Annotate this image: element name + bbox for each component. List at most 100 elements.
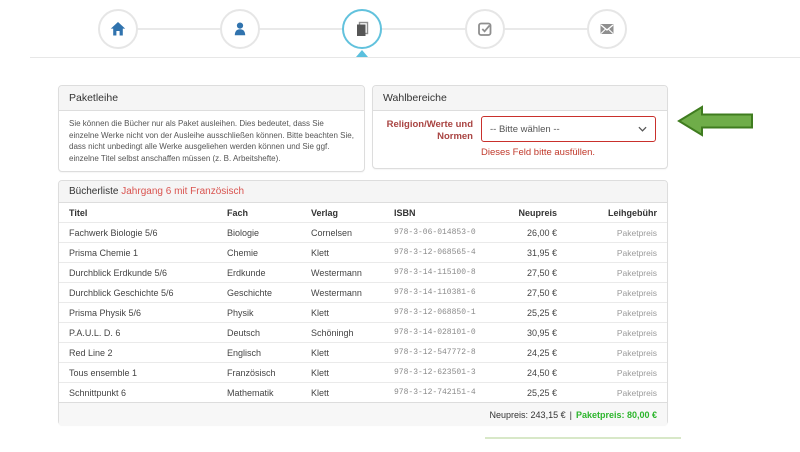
cell-verlag: Schöningh bbox=[311, 328, 394, 338]
cell-neupreis: 31,95 € bbox=[499, 248, 557, 258]
cell-leihgebuehr: Paketpreis bbox=[557, 348, 657, 358]
buecherliste-panel: Bücherliste Jahrgang 6 mit Französisch T… bbox=[58, 180, 668, 425]
wahlbereich-select[interactable]: -- Bitte wählen -- bbox=[481, 116, 656, 142]
cell-neupreis: 25,25 € bbox=[499, 388, 557, 398]
cell-verlag: Westermann bbox=[311, 268, 394, 278]
wahlbereiche-panel: Wahlbereiche Religion/Werte und Normen -… bbox=[372, 85, 668, 169]
cell-leihgebuehr: Paketpreis bbox=[557, 328, 657, 338]
buecherliste-title: Bücherliste bbox=[69, 186, 118, 197]
paketleihe-panel: Paketleihe Sie können die Bücher nur als… bbox=[58, 85, 365, 172]
cell-leihgebuehr: Paketpreis bbox=[557, 228, 657, 238]
cell-fach: Physik bbox=[227, 308, 311, 318]
cell-verlag: Klett bbox=[311, 368, 394, 378]
cell-titel: Schnittpunkt 6 bbox=[69, 388, 227, 398]
wahlbereiche-title: Wahlbereiche bbox=[373, 86, 667, 111]
cell-isbn: 978-3-14-028101-0 bbox=[394, 328, 499, 337]
envelope-icon bbox=[598, 20, 616, 38]
wahlbereich-label: Religion/Werte und Normen bbox=[383, 119, 473, 143]
paketleihe-text: Sie können die Bücher nur als Paket ausl… bbox=[59, 111, 364, 171]
cell-leihgebuehr: Paketpreis bbox=[557, 368, 657, 378]
total-neupreis: Neupreis: 243,15 € bbox=[490, 410, 566, 420]
table-row: Durchblick Geschichte 5/6 Geschichte Wes… bbox=[59, 282, 667, 302]
cell-fach: Mathematik bbox=[227, 388, 311, 398]
cell-verlag: Klett bbox=[311, 348, 394, 358]
cell-leihgebuehr: Paketpreis bbox=[557, 248, 657, 258]
home-icon bbox=[109, 20, 127, 38]
cell-leihgebuehr: Paketpreis bbox=[557, 388, 657, 398]
validation-error: Dieses Feld bitte ausfüllen. bbox=[481, 147, 595, 158]
cell-titel: Tous ensemble 1 bbox=[69, 368, 227, 378]
col-fach: Fach bbox=[227, 208, 311, 218]
cell-titel: Red Line 2 bbox=[69, 348, 227, 358]
col-verlag: Verlag bbox=[311, 208, 394, 218]
col-titel: Titel bbox=[69, 208, 227, 218]
table-row: P.A.U.L. D. 6 Deutsch Schöningh 978-3-14… bbox=[59, 322, 667, 342]
footer-separator: | bbox=[570, 410, 572, 420]
buecherliste-heading: Bücherliste Jahrgang 6 mit Französisch bbox=[59, 181, 667, 203]
cell-titel: Prisma Chemie 1 bbox=[69, 248, 227, 258]
cell-verlag: Klett bbox=[311, 248, 394, 258]
cell-fach: Englisch bbox=[227, 348, 311, 358]
table-row: Schnittpunkt 6 Mathematik Klett 978-3-12… bbox=[59, 382, 667, 402]
cell-neupreis: 24,50 € bbox=[499, 368, 557, 378]
table-row: Prisma Chemie 1 Chemie Klett 978-3-12-06… bbox=[59, 242, 667, 262]
user-icon bbox=[231, 20, 249, 38]
attention-arrow-icon bbox=[676, 102, 756, 140]
cell-titel: P.A.U.L. D. 6 bbox=[69, 328, 227, 338]
cell-neupreis: 30,95 € bbox=[499, 328, 557, 338]
table-header-row: Titel Fach Verlag ISBN Neupreis Leihgebü… bbox=[59, 203, 667, 222]
table-row: Durchblick Erdkunde 5/6 Erdkunde Westerm… bbox=[59, 262, 667, 282]
cell-isbn: 978-3-12-068565-4 bbox=[394, 248, 499, 257]
cell-neupreis: 26,00 € bbox=[499, 228, 557, 238]
cell-fach: Geschichte bbox=[227, 288, 311, 298]
cell-fach: Chemie bbox=[227, 248, 311, 258]
step-user[interactable] bbox=[220, 9, 260, 49]
paketleihe-title: Paketleihe bbox=[59, 86, 364, 111]
col-neupreis: Neupreis bbox=[499, 208, 557, 218]
col-isbn: ISBN bbox=[394, 208, 499, 218]
cell-isbn: 978-3-14-115100-8 bbox=[394, 268, 499, 277]
cell-verlag: Klett bbox=[311, 388, 394, 398]
cell-leihgebuehr: Paketpreis bbox=[557, 268, 657, 278]
cell-neupreis: 27,50 € bbox=[499, 268, 557, 278]
cell-titel: Durchblick Erdkunde 5/6 bbox=[69, 268, 227, 278]
success-panel-edge bbox=[485, 437, 681, 439]
cell-fach: Biologie bbox=[227, 228, 311, 238]
table-row: Tous ensemble 1 Französisch Klett 978-3-… bbox=[59, 362, 667, 382]
cell-isbn: 978-3-12-547772-8 bbox=[394, 348, 499, 357]
cell-leihgebuehr: Paketpreis bbox=[557, 308, 657, 318]
book-table: Titel Fach Verlag ISBN Neupreis Leihgebü… bbox=[59, 203, 667, 402]
book-icon bbox=[353, 20, 371, 38]
cell-neupreis: 27,50 € bbox=[499, 288, 557, 298]
active-step-pointer bbox=[356, 50, 368, 57]
cell-neupreis: 24,25 € bbox=[499, 348, 557, 358]
table-footer: Neupreis: 243,15 € | Paketpreis: 80,00 € bbox=[59, 402, 667, 426]
cell-fach: Erdkunde bbox=[227, 268, 311, 278]
cell-titel: Durchblick Geschichte 5/6 bbox=[69, 288, 227, 298]
cell-titel: Fachwerk Biologie 5/6 bbox=[69, 228, 227, 238]
cell-fach: Französisch bbox=[227, 368, 311, 378]
table-row: Fachwerk Biologie 5/6 Biologie Cornelsen… bbox=[59, 222, 667, 242]
step-home[interactable] bbox=[98, 9, 138, 49]
check-square-icon bbox=[476, 20, 494, 38]
cell-isbn: 978-3-12-742151-4 bbox=[394, 388, 499, 397]
col-leihgebuehr: Leihgebühr bbox=[557, 208, 657, 218]
total-paketpreis: Paketpreis: 80,00 € bbox=[576, 410, 657, 420]
cell-isbn: 978-3-14-110381-6 bbox=[394, 288, 499, 297]
cell-verlag: Klett bbox=[311, 308, 394, 318]
table-row: Red Line 2 Englisch Klett 978-3-12-54777… bbox=[59, 342, 667, 362]
cell-verlag: Westermann bbox=[311, 288, 394, 298]
step-confirm[interactable] bbox=[465, 9, 505, 49]
stepper-divider bbox=[30, 57, 800, 58]
cell-leihgebuehr: Paketpreis bbox=[557, 288, 657, 298]
cell-neupreis: 25,25 € bbox=[499, 308, 557, 318]
cell-isbn: 978-3-06-014853-0 bbox=[394, 228, 499, 237]
cell-isbn: 978-3-12-623501-3 bbox=[394, 368, 499, 377]
cell-verlag: Cornelsen bbox=[311, 228, 394, 238]
chevron-down-icon bbox=[638, 126, 647, 132]
page: Paketleihe Sie können die Bücher nur als… bbox=[0, 0, 800, 452]
cell-isbn: 978-3-12-068850-1 bbox=[394, 308, 499, 317]
step-books-active[interactable] bbox=[342, 9, 382, 49]
step-mail[interactable] bbox=[587, 9, 627, 49]
table-row: Prisma Physik 5/6 Physik Klett 978-3-12-… bbox=[59, 302, 667, 322]
